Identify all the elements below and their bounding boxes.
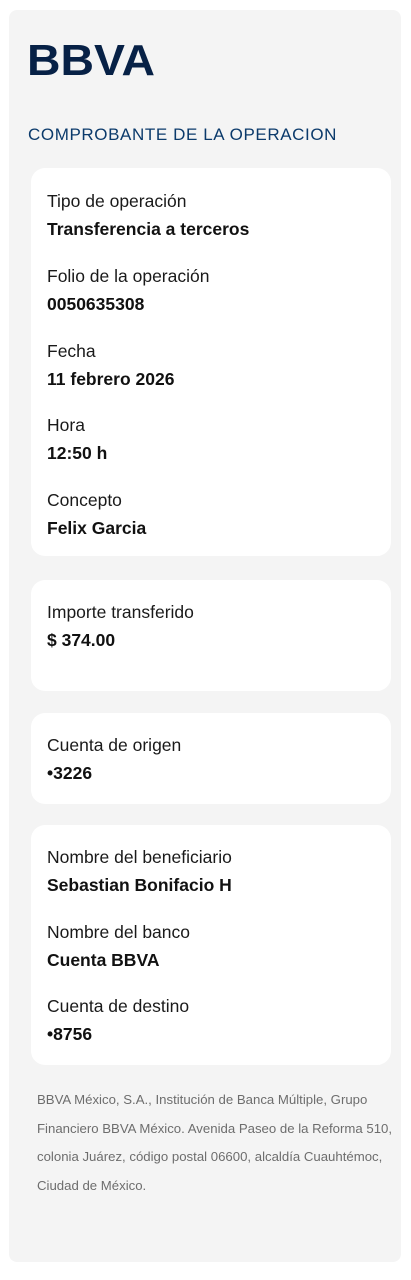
- page-title: COMPROBANTE DE LA OPERACION: [28, 125, 338, 144]
- legal-footer-text: BBVA México, S.A., Institución de Banca …: [37, 1092, 393, 1193]
- beneficiary-name-value: Sebastian Bonifacio H: [47, 875, 232, 895]
- origin-account-field: Cuenta de origen •3226: [47, 734, 381, 784]
- operation-type-field: Tipo de operación Transferencia a tercer…: [47, 190, 381, 240]
- bank-name-label: Nombre del banco: [47, 922, 190, 942]
- operation-details-card: Tipo de operación Transferencia a tercer…: [31, 168, 391, 556]
- date-field: Fecha 11 febrero 2026: [47, 340, 381, 390]
- operation-type-value: Transferencia a terceros: [47, 219, 250, 239]
- concept-value: Felix Garcia: [47, 518, 147, 538]
- origin-account-label: Cuenta de origen: [47, 735, 182, 755]
- date-label: Fecha: [47, 341, 96, 361]
- concept-label: Concepto: [47, 490, 122, 510]
- receipt-page: BBVA COMPROBANTE DE LA OPERACION Tipo de…: [9, 10, 401, 1262]
- amount-label: Importe transferido: [47, 602, 194, 622]
- origin-account-value: •3226: [47, 763, 93, 783]
- beneficiary-name-field: Nombre del beneficiario Sebastian Bonifa…: [47, 846, 381, 896]
- beneficiary-name-label: Nombre del beneficiario: [47, 847, 232, 867]
- bbva-logo: BBVA: [27, 36, 155, 82]
- operation-type-label: Tipo de operación: [47, 191, 187, 211]
- bank-name-field: Nombre del banco Cuenta BBVA: [47, 921, 381, 971]
- amount-value: $ 374.00: [47, 630, 116, 650]
- beneficiary-card: Nombre del beneficiario Sebastian Bonifa…: [31, 825, 391, 1065]
- time-value: 12:50 h: [47, 443, 108, 463]
- amount-card: Importe transferido $ 374.00: [31, 580, 391, 691]
- origin-account-card: Cuenta de origen •3226: [31, 713, 391, 804]
- folio-label: Folio de la operación: [47, 266, 210, 286]
- destination-account-label: Cuenta de destino: [47, 996, 190, 1016]
- bank-name-value: Cuenta BBVA: [47, 950, 160, 970]
- date-value: 11 febrero 2026: [47, 369, 175, 389]
- amount-field: Importe transferido $ 374.00: [47, 601, 381, 651]
- concept-field: Concepto Felix Garcia: [47, 489, 381, 539]
- destination-account-field: Cuenta de destino •8756: [47, 995, 381, 1045]
- folio-value: 0050635308: [47, 294, 145, 314]
- bbva-logo-text: BBVA: [27, 36, 155, 82]
- time-field: Hora 12:50 h: [47, 414, 381, 464]
- folio-field: Folio de la operación 0050635308: [47, 265, 381, 315]
- time-label: Hora: [47, 415, 85, 435]
- destination-account-value: •8756: [47, 1024, 93, 1044]
